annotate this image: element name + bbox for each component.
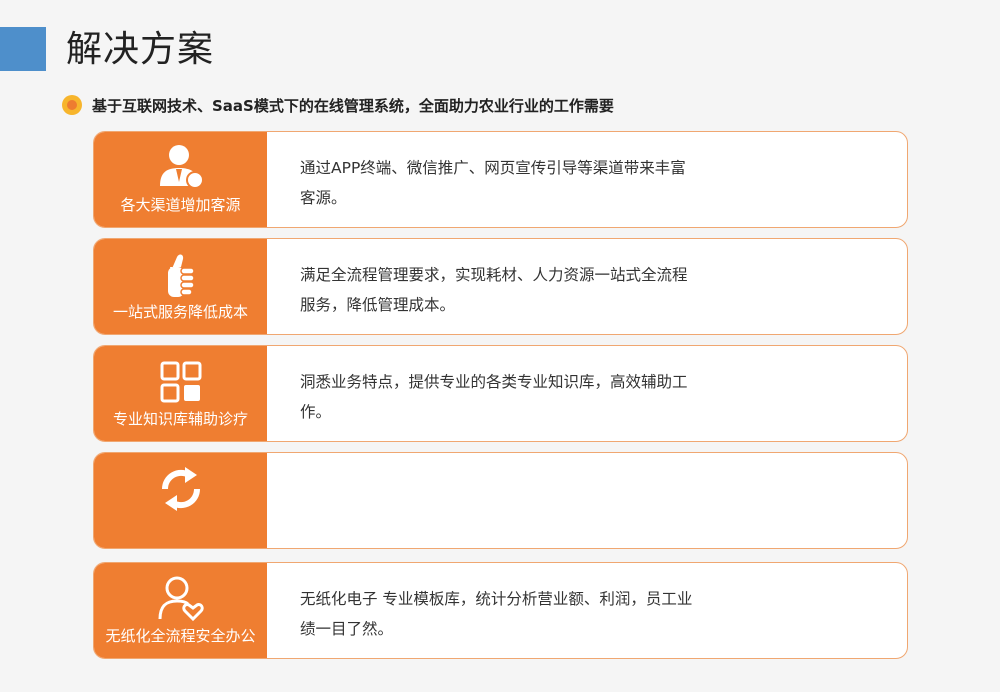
page-title: 解决方案	[66, 29, 215, 70]
user-icon	[159, 145, 204, 189]
card-description: 洞悉业务特点，提供专业的各类专业知识库，高效辅助工作。	[300, 373, 688, 421]
subtitle-row: 基于互联网技术、SaaS模式下的在线管理系统，全面助力农业行业的工作需要	[62, 93, 614, 117]
solution-card-paperless: 无纸化全流程安全办公 无纸化电子 专业模板库，统计分析营业额、利润，员工业绩一目…	[93, 562, 908, 659]
card-description: 无纸化电子 专业模板库，统计分析营业额、利润，员工业绩一目了然。	[300, 590, 693, 638]
card-label: 专业知识库辅助诊疗	[112, 410, 248, 428]
solution-card-one-stop: 一站式服务降低成本 满足全流程管理要求，实现耗材、人力资源一站式全流程服务，降低…	[93, 238, 908, 335]
card-banner	[94, 453, 267, 548]
subtitle: 基于互联网技术、SaaS模式下的在线管理系统，全面助力农业行业的工作需要	[92, 96, 614, 115]
card-description: 满足全流程管理要求，实现耗材、人力资源一站式全流程服务，降低管理成本。	[300, 266, 688, 314]
card-label: 各大渠道增加客源	[120, 196, 241, 214]
card-banner: 无纸化全流程安全办公	[94, 563, 267, 658]
card-banner: 一站式服务降低成本	[94, 239, 267, 334]
card-label: 无纸化全流程安全办公	[105, 627, 256, 645]
grid-icon	[160, 361, 201, 403]
card-banner: 专业知识库辅助诊疗	[94, 346, 267, 441]
bullet-icon	[62, 95, 82, 115]
thumbs-up-icon	[167, 254, 195, 297]
solution-card-channels: 各大渠道增加客源 通过APP终端、微信推广、网页宣传引导等渠道带来丰富客源。	[93, 131, 908, 228]
user-heart-icon	[158, 576, 204, 622]
card-banner: 各大渠道增加客源	[94, 132, 267, 227]
card-description: 通过APP终端、微信推广、网页宣传引导等渠道带来丰富客源。	[300, 159, 686, 207]
solution-card-knowledge: 专业知识库辅助诊疗 洞悉业务特点，提供专业的各类专业知识库，高效辅助工作。	[93, 345, 908, 442]
recycle-icon	[161, 467, 200, 511]
card-description	[267, 453, 700, 548]
solution-card-recycle	[93, 452, 908, 549]
title-accent-bar	[0, 27, 46, 71]
card-label: 一站式服务降低成本	[112, 303, 248, 321]
